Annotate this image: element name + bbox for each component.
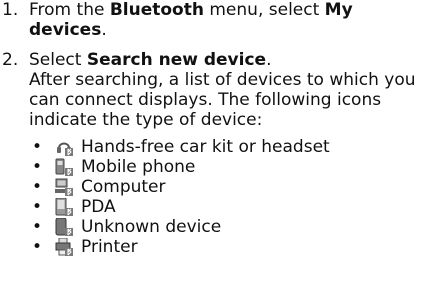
list-item-label: Printer [81, 237, 138, 257]
step-number: 2. [2, 50, 19, 70]
text: From the [29, 0, 110, 20]
bullet: • [32, 157, 43, 177]
headset-icon [55, 138, 74, 156]
text: . [266, 50, 272, 70]
mobile-phone-icon [55, 158, 73, 176]
menu-name: Bluetooth [109, 0, 204, 20]
option-word-1: My [324, 0, 353, 20]
description-line: After searching, a list of devices to wh… [29, 70, 416, 90]
pda-icon [55, 198, 73, 216]
option-word-2: devices [29, 20, 102, 40]
list-item-label: Computer [81, 177, 166, 197]
text: . [101, 20, 107, 40]
text: menu, select [203, 0, 325, 20]
text: Select [29, 50, 87, 70]
bullet: • [32, 237, 43, 257]
step-text: From the Bluetooth menu, select My device… [29, 0, 429, 40]
option-name: Search new device [86, 50, 267, 70]
list-item-label: PDA [81, 197, 116, 217]
bullet: • [32, 137, 43, 157]
step-text: Select Search new device. After searchin… [29, 50, 429, 130]
bullet: • [32, 217, 43, 237]
computer-icon [55, 178, 73, 196]
list-item-label: Unknown device [81, 217, 222, 237]
bullet: • [32, 197, 43, 217]
printer-icon [55, 238, 73, 256]
list-item-label: Hands-free car kit or headset [81, 137, 330, 157]
instructions: 1. From the Bluetooth menu, select My dev… [0, 0, 431, 283]
description-line: indicate the type of device: [29, 110, 263, 130]
step-line: Select Search new device. [29, 50, 429, 70]
list-item-label: Mobile phone [81, 157, 196, 177]
description-line: can connect displays. The following icon… [29, 90, 382, 110]
unknown-device-icon [55, 218, 73, 236]
step-number: 1. [2, 0, 19, 20]
bullet: • [32, 177, 43, 197]
